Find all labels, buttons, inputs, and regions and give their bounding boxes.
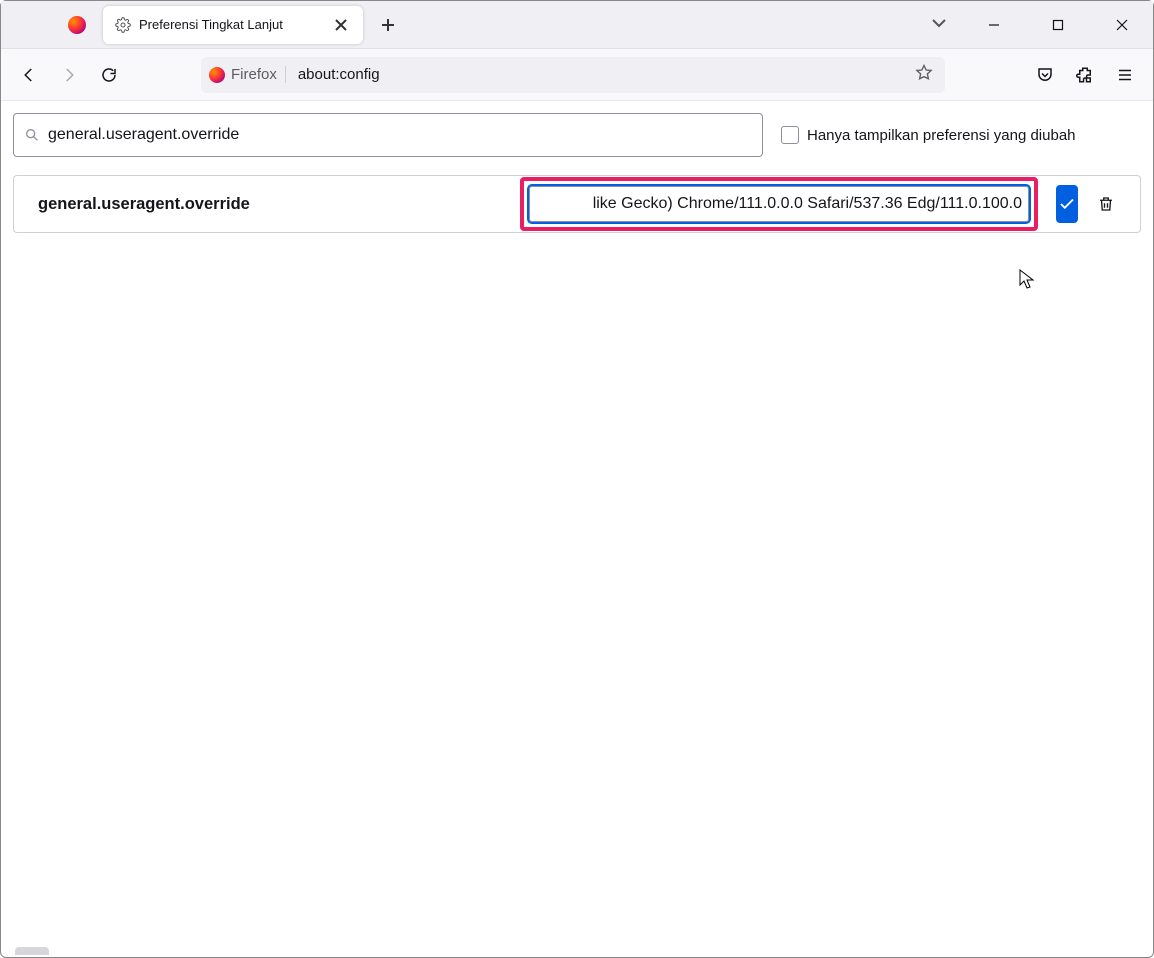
pref-name: general.useragent.override <box>38 195 508 214</box>
tabs-list-button[interactable] <box>925 9 953 40</box>
reload-button[interactable] <box>91 57 127 93</box>
urlbar-identity: Firefox <box>231 66 286 83</box>
new-tab-button[interactable] <box>371 8 405 42</box>
search-icon <box>24 127 40 143</box>
bookmark-star-button[interactable] <box>911 60 937 89</box>
gear-icon <box>115 17 131 33</box>
mouse-cursor-icon <box>1019 269 1037 294</box>
pref-value-input[interactable] <box>529 186 1029 222</box>
window-close-button[interactable] <box>1099 5 1145 45</box>
urlbar[interactable]: Firefox about:config <box>201 57 945 93</box>
firefox-icon <box>209 67 225 83</box>
pinned-tab[interactable] <box>57 6 97 44</box>
close-tab-button[interactable] <box>331 15 351 35</box>
active-tab[interactable]: Preferensi Tingkat Lanjut <box>103 6 363 44</box>
tab-title: Preferensi Tingkat Lanjut <box>139 17 323 32</box>
navbar: Firefox about:config <box>1 49 1153 101</box>
urlbar-address: about:config <box>292 66 905 83</box>
back-button[interactable] <box>11 57 47 93</box>
titlebar-right <box>925 5 1153 45</box>
filter-modified-checkbox[interactable]: Hanya tampilkan preferensi yang diubah <box>781 126 1076 144</box>
titlebar: Preferensi Tingkat Lanjut <box>1 1 1153 49</box>
save-to-pocket-button[interactable] <box>1027 57 1063 93</box>
pref-delete-button[interactable] <box>1096 187 1116 221</box>
pref-search-input[interactable] <box>48 126 752 144</box>
edit-highlight <box>520 177 1038 231</box>
pref-search-box[interactable] <box>13 113 763 157</box>
forward-button[interactable] <box>51 57 87 93</box>
firefox-icon <box>68 16 86 34</box>
aboutconfig-content: Hanya tampilkan preferensi yang diubah g… <box>1 101 1153 245</box>
pref-save-button[interactable] <box>1056 185 1078 223</box>
app-menu-button[interactable] <box>1107 57 1143 93</box>
pref-row: general.useragent.override <box>13 175 1141 233</box>
window-minimize-button[interactable] <box>971 5 1017 45</box>
window-maximize-button[interactable] <box>1035 5 1081 45</box>
extensions-button[interactable] <box>1067 57 1103 93</box>
filter-label: Hanya tampilkan preferensi yang diubah <box>807 127 1076 144</box>
resize-handle[interactable] <box>15 947 49 955</box>
checkbox-icon <box>781 126 799 144</box>
